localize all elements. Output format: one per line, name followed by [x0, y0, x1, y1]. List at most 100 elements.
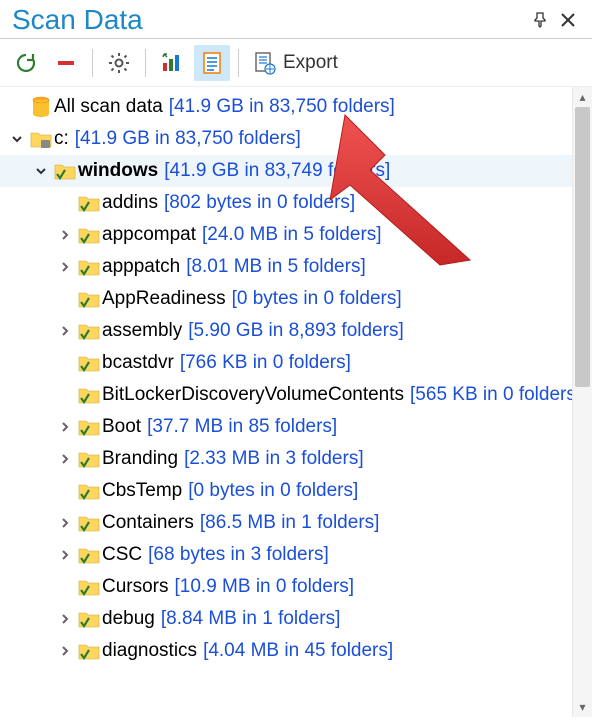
folder-check-icon	[76, 577, 102, 597]
drive-folder-icon	[28, 129, 54, 149]
bar-chart-icon	[160, 51, 184, 75]
row-name: CbsTemp	[102, 480, 188, 502]
refresh-icon	[14, 51, 38, 75]
settings-button[interactable]	[101, 45, 137, 81]
folder-check-icon	[76, 417, 102, 437]
titlebar: Scan Data	[0, 0, 592, 39]
row-stats: [4.04 MB in 45 folders]	[203, 640, 393, 662]
minus-icon	[55, 52, 77, 74]
remove-button[interactable]	[48, 45, 84, 81]
expander-closed[interactable]	[56, 610, 74, 628]
refresh-button[interactable]	[8, 45, 44, 81]
expander-closed[interactable]	[56, 258, 74, 276]
chart-view-button[interactable]	[154, 45, 190, 81]
expander-closed[interactable]	[56, 642, 74, 660]
row-stats: [41.9 GB in 83,749 folders]	[164, 160, 390, 182]
row-name: All scan data	[54, 96, 169, 118]
expander-closed[interactable]	[56, 226, 74, 244]
chevron-down-icon	[35, 165, 47, 177]
row-stats: [766 KB in 0 folders]	[180, 352, 351, 374]
row-stats: [0 bytes in 0 folders]	[188, 480, 358, 502]
chevron-down-icon	[11, 133, 23, 145]
row-stats: [68 bytes in 3 folders]	[148, 544, 329, 566]
close-button[interactable]	[554, 6, 582, 34]
tree-row[interactable]: Containers[86.5 MB in 1 folders]	[0, 507, 592, 539]
tree-row[interactable]: appcompat[24.0 MB in 5 folders]	[0, 219, 592, 251]
scroll-up-icon[interactable]: ▴	[573, 87, 592, 107]
row-stats: [8.84 MB in 1 folders]	[161, 608, 341, 630]
tree-row[interactable]: assembly[5.90 GB in 8,893 folders]	[0, 315, 592, 347]
tree-row[interactable]: apppatch[8.01 MB in 5 folders]	[0, 251, 592, 283]
row-stats: [0 bytes in 0 folders]	[232, 288, 402, 310]
export-button[interactable]: Export	[247, 51, 344, 75]
tree-row[interactable]: BitLockerDiscoveryVolumeContents[565 KB …	[0, 379, 592, 411]
row-name: Containers	[102, 512, 200, 534]
tree-row[interactable]: CSC[68 bytes in 3 folders]	[0, 539, 592, 571]
close-icon	[561, 13, 575, 27]
row-stats: [802 bytes in 0 folders]	[164, 192, 355, 214]
row-name: bcastdvr	[102, 352, 180, 374]
scroll-down-icon[interactable]: ▾	[573, 697, 592, 717]
folder-check-icon	[76, 545, 102, 565]
folder-check-icon	[76, 289, 102, 309]
export-label: Export	[283, 52, 338, 74]
expander-closed[interactable]	[56, 418, 74, 436]
tree-row-drive[interactable]: c: [41.9 GB in 83,750 folders]	[0, 123, 592, 155]
folder-check-icon	[76, 353, 102, 373]
list-view-button[interactable]	[194, 45, 230, 81]
document-icon	[200, 51, 224, 75]
row-name: windows	[78, 160, 164, 182]
folder-check-icon	[76, 449, 102, 469]
row-stats: [10.9 MB in 0 folders]	[175, 576, 355, 598]
row-name: debug	[102, 608, 161, 630]
folder-check-icon	[76, 257, 102, 277]
expander-closed[interactable]	[56, 514, 74, 532]
chevron-right-icon	[59, 229, 71, 241]
tree-row[interactable]: Branding[2.33 MB in 3 folders]	[0, 443, 592, 475]
folder-check-icon	[76, 609, 102, 629]
tree-row[interactable]: Cursors[10.9 MB in 0 folders]	[0, 571, 592, 603]
row-name: diagnostics	[102, 640, 203, 662]
separator	[92, 49, 93, 77]
tree[interactable]: All scan data [41.9 GB in 83,750 folders…	[0, 87, 592, 717]
tree-row[interactable]: CbsTemp[0 bytes in 0 folders]	[0, 475, 592, 507]
folder-check-icon	[76, 321, 102, 341]
row-name: addins	[102, 192, 164, 214]
expander-open[interactable]	[32, 162, 50, 180]
tree-row-windows[interactable]: windows [41.9 GB in 83,749 folders]	[0, 155, 592, 187]
chevron-right-icon	[59, 613, 71, 625]
scroll-thumb[interactable]	[575, 107, 590, 387]
row-stats: [8.01 MB in 5 folders]	[186, 256, 366, 278]
chevron-right-icon	[59, 261, 71, 273]
chevron-right-icon	[59, 453, 71, 465]
tree-row[interactable]: diagnostics[4.04 MB in 45 folders]	[0, 635, 592, 667]
scrollbar[interactable]: ▴ ▾	[572, 87, 592, 717]
toolbar: Export	[0, 39, 592, 87]
row-name: assembly	[102, 320, 188, 342]
row-name: apppatch	[102, 256, 186, 278]
folder-check-icon	[76, 193, 102, 213]
row-name: Branding	[102, 448, 184, 470]
expander-closed[interactable]	[56, 546, 74, 564]
tree-row[interactable]: addins[802 bytes in 0 folders]	[0, 187, 592, 219]
row-stats: [565 KB in 0 folders]	[410, 384, 581, 406]
separator	[145, 49, 146, 77]
pin-button[interactable]	[526, 6, 554, 34]
tree-row[interactable]: Boot[37.7 MB in 85 folders]	[0, 411, 592, 443]
expander-closed[interactable]	[56, 322, 74, 340]
expander-closed[interactable]	[56, 450, 74, 468]
tree-row[interactable]: debug[8.84 MB in 1 folders]	[0, 603, 592, 635]
chevron-right-icon	[59, 325, 71, 337]
row-stats: [5.90 GB in 8,893 folders]	[188, 320, 403, 342]
chevron-right-icon	[59, 517, 71, 529]
tree-row[interactable]: AppReadiness[0 bytes in 0 folders]	[0, 283, 592, 315]
row-name: Cursors	[102, 576, 175, 598]
panel-title: Scan Data	[12, 4, 526, 36]
row-stats: [41.9 GB in 83,750 folders]	[169, 96, 395, 118]
gear-icon	[107, 51, 131, 75]
tree-wrap: All scan data [41.9 GB in 83,750 folders…	[0, 87, 592, 717]
expander-open[interactable]	[8, 130, 26, 148]
tree-row-root[interactable]: All scan data [41.9 GB in 83,750 folders…	[0, 91, 592, 123]
separator	[238, 49, 239, 77]
tree-row[interactable]: bcastdvr[766 KB in 0 folders]	[0, 347, 592, 379]
